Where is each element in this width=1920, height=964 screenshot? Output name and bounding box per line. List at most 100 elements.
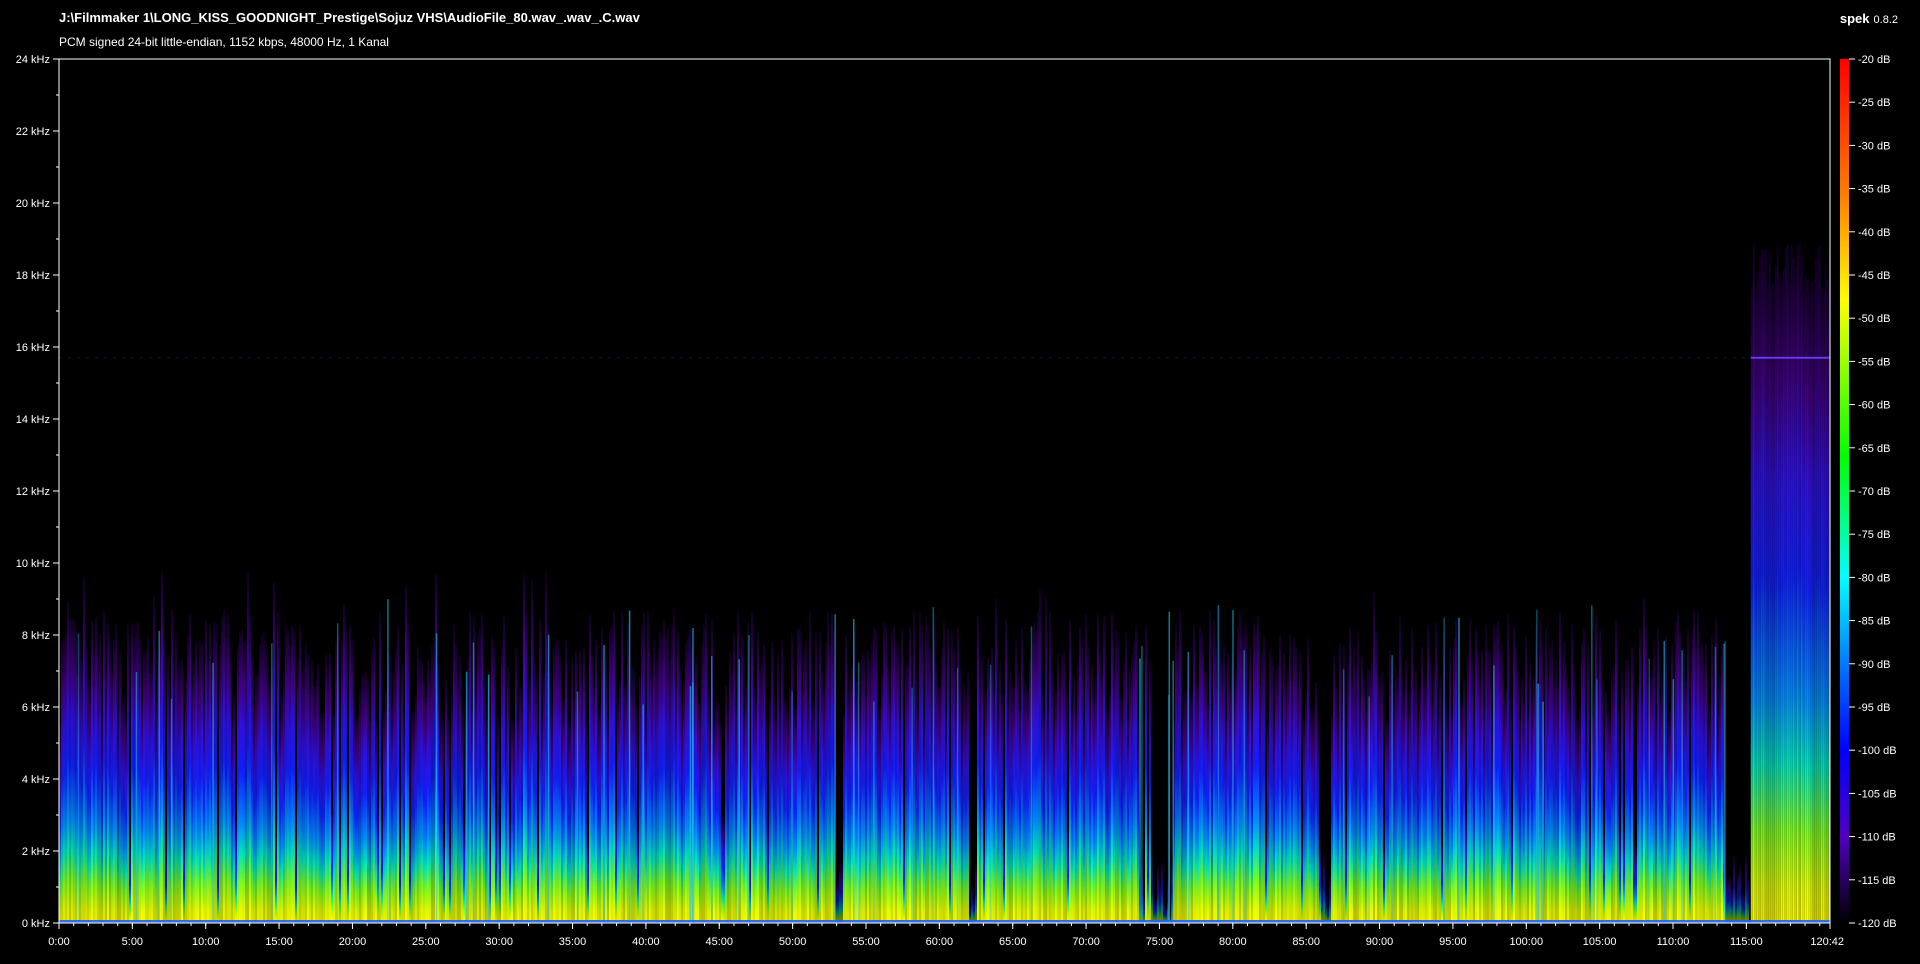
spectral-column [567, 724, 569, 923]
spectral-column [255, 675, 257, 923]
spectrogram-area [59, 243, 1830, 923]
spectral-streak [692, 628, 694, 923]
spectral-column [1129, 669, 1131, 923]
spectral-column [829, 645, 831, 923]
spectral-column [241, 630, 243, 923]
time-axis: 0:00 5:00 10:00 15:00 20:00 25:00 30:00 35:00 40… [48, 923, 1844, 948]
time-label: 35:00 [559, 936, 587, 948]
spectral-column [935, 664, 937, 923]
spectral-column [611, 626, 613, 923]
spectral-column [1711, 633, 1713, 923]
spectral-column [795, 709, 797, 923]
spectral-column [1567, 685, 1569, 923]
spectral-column [1271, 656, 1273, 923]
spectral-column [145, 650, 147, 923]
spectral-column [897, 645, 899, 923]
spectral-column [87, 678, 89, 923]
spectral-column [1691, 632, 1693, 923]
spectral-column [1151, 855, 1153, 923]
spectral-streak [1168, 695, 1170, 923]
spectral-column [1798, 243, 1801, 923]
spectral-column [1655, 716, 1657, 923]
spectral-column [111, 673, 113, 923]
spectral-streak [853, 619, 855, 923]
spectral-column [1559, 612, 1561, 923]
spectral-column [257, 671, 259, 923]
spectral-column [449, 848, 451, 923]
spectral-column [899, 717, 901, 923]
spectral-column [647, 611, 649, 923]
spectral-column [905, 662, 907, 923]
spectral-streak [472, 642, 475, 923]
spectral-column [309, 688, 311, 923]
spectral-column [495, 817, 497, 923]
spectral-column [1137, 719, 1139, 923]
spectral-column [595, 639, 597, 923]
spectral-column [1641, 697, 1643, 923]
spectral-column [1015, 639, 1017, 923]
spectral-column [1447, 718, 1449, 923]
spectral-column [1341, 704, 1343, 923]
spectral-column [975, 863, 977, 923]
spectral-streak [465, 671, 468, 923]
spectral-column [1685, 681, 1687, 923]
spectral-column [125, 718, 127, 923]
spectral-streak [857, 662, 860, 923]
spectral-column [141, 702, 143, 923]
spectral-column [585, 724, 587, 923]
spectral-column [673, 608, 675, 923]
db-label: -35 dB [1858, 184, 1890, 196]
spectral-column [301, 672, 303, 923]
spectral-column [1615, 620, 1617, 923]
spectral-column [1826, 279, 1829, 923]
db-color-scale [1840, 59, 1849, 923]
time-label: 105:00 [1583, 936, 1617, 948]
spectral-column [1475, 628, 1477, 923]
spectral-column [1788, 282, 1791, 923]
spectral-column [165, 850, 167, 923]
spectral-streak [1672, 679, 1675, 923]
spectral-streak [1217, 605, 1220, 923]
spectral-column [187, 635, 189, 923]
spectral-column [1721, 642, 1723, 923]
spectral-column [841, 863, 843, 923]
spectral-column [503, 616, 505, 923]
time-label: 120:42 [1810, 936, 1844, 948]
spectral-column [1509, 699, 1511, 923]
spectral-column [1575, 719, 1577, 923]
spectral-column [1393, 691, 1395, 923]
spectral-column [1117, 632, 1119, 923]
spectral-column [1431, 706, 1433, 923]
db-label: -55 dB [1858, 356, 1890, 368]
spectral-column [461, 715, 463, 923]
time-label: 100:00 [1509, 936, 1543, 948]
spectral-column [1599, 627, 1601, 923]
spectral-column [1479, 679, 1481, 923]
spectral-column [1333, 655, 1335, 923]
spectral-column [1525, 636, 1527, 923]
spectral-column [891, 630, 893, 923]
spectral-column [299, 625, 301, 923]
spectral-column [633, 667, 635, 923]
spectral-column [1439, 675, 1441, 923]
spectral-column [433, 637, 435, 923]
spectral-column [123, 694, 125, 923]
spectral-streak [603, 645, 605, 923]
spectral-streak [170, 698, 173, 923]
spectral-column [1533, 677, 1535, 923]
spectral-column [1609, 719, 1611, 923]
spectral-column [1223, 644, 1225, 923]
spectral-column [1107, 713, 1109, 923]
spectral-streak [1368, 696, 1370, 923]
spectral-column [1227, 652, 1229, 923]
spectral-streak [1141, 645, 1143, 923]
spectral-column [1451, 712, 1453, 923]
spectral-column [1179, 610, 1181, 923]
spectral-column [889, 699, 891, 923]
spectral-column [1820, 286, 1823, 923]
spectral-column [511, 720, 513, 923]
spectral-column [973, 898, 975, 923]
freq-label: 8 kHz [22, 630, 50, 642]
spectral-column [269, 684, 271, 923]
db-label: -70 dB [1858, 486, 1890, 498]
